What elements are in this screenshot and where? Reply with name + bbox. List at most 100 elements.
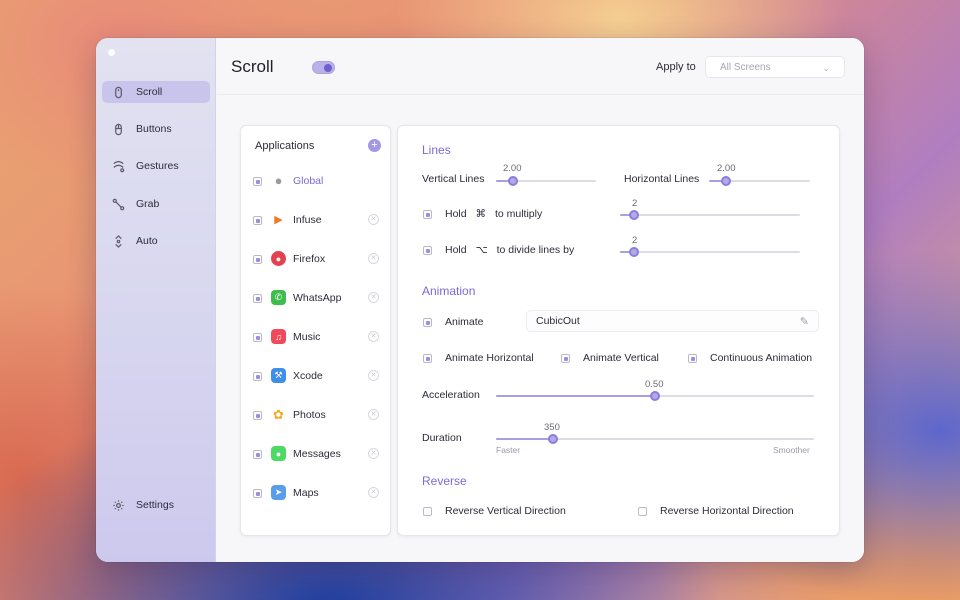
app-enabled-checkbox[interactable]	[253, 294, 262, 303]
app-enabled-checkbox[interactable]	[253, 372, 262, 381]
reverse-vertical-checkbox[interactable]	[423, 507, 432, 516]
sidebar-item-grab[interactable]: Grab	[102, 193, 210, 215]
lines-section-title: Lines	[422, 143, 451, 157]
add-application-button[interactable]: +	[368, 139, 381, 152]
app-row-music[interactable]: ♫ Music ✕	[241, 325, 392, 349]
main-content: Scroll Apply to All Screens ⌄ Applicatio…	[217, 38, 864, 562]
duration-label: Duration	[422, 432, 462, 444]
acceleration-slider[interactable]	[496, 391, 814, 401]
hold-multiply-label: Hold ⌘ to multiply	[445, 208, 542, 220]
auto-scroll-icon	[110, 234, 126, 248]
hold-divide-slider[interactable]	[620, 247, 800, 257]
sidebar-item-label: Gestures	[136, 160, 179, 172]
app-enabled-checkbox[interactable]	[253, 177, 262, 186]
vertical-lines-slider[interactable]	[496, 176, 596, 186]
reverse-horizontal-checkbox[interactable]	[638, 507, 647, 516]
app-enabled-checkbox[interactable]	[253, 489, 262, 498]
app-name: Maps	[293, 487, 319, 499]
sidebar-item-buttons[interactable]: Buttons	[102, 118, 210, 140]
app-row-messages[interactable]: ● Messages ✕	[241, 442, 392, 466]
horizontal-lines-value: 2.00	[717, 163, 736, 174]
remove-application-button[interactable]: ✕	[368, 370, 379, 381]
app-enabled-checkbox[interactable]	[253, 411, 262, 420]
app-name: Xcode	[293, 370, 323, 382]
slider-thumb[interactable]	[721, 176, 732, 186]
hold-divide-checkbox[interactable]	[423, 246, 432, 255]
app-row-whatsapp[interactable]: ✆ WhatsApp ✕	[241, 286, 392, 310]
app-name: Photos	[293, 409, 326, 421]
app-row-maps[interactable]: ➤ Maps ✕	[241, 481, 392, 505]
acceleration-value: 0.50	[645, 379, 664, 390]
animate-checkbox[interactable]	[423, 318, 432, 327]
remove-application-button[interactable]: ✕	[368, 253, 379, 264]
slider-thumb[interactable]	[508, 176, 518, 186]
sidebar-item-label: Scroll	[136, 86, 163, 98]
slider-thumb[interactable]	[629, 210, 640, 220]
toggle-knob	[324, 64, 332, 72]
duration-min-label: Faster	[496, 445, 521, 455]
app-enabled-checkbox[interactable]	[253, 216, 262, 225]
whatsapp-icon: ✆	[271, 290, 286, 305]
xcode-icon: ⚒	[271, 368, 286, 383]
applications-title: Applications	[255, 140, 315, 152]
acceleration-label: Acceleration	[422, 389, 480, 401]
animation-section-title: Animation	[422, 284, 476, 298]
app-name: Messages	[293, 448, 341, 460]
gear-icon	[110, 498, 126, 512]
sidebar-item-auto[interactable]: Auto	[102, 230, 210, 252]
sidebar-item-scroll[interactable]: Scroll	[102, 81, 210, 103]
reverse-horizontal-label: Reverse Horizontal Direction	[660, 505, 794, 517]
app-row-infuse[interactable]: ▶ Infuse ✕	[241, 208, 392, 232]
gesture-icon	[110, 159, 126, 173]
remove-application-button[interactable]: ✕	[368, 409, 379, 420]
sidebar-item-label: Auto	[136, 235, 158, 247]
remove-application-button[interactable]: ✕	[368, 214, 379, 225]
animate-horizontal-checkbox[interactable]	[423, 354, 432, 363]
sidebar-item-label: Settings	[136, 499, 174, 511]
window-close-dot[interactable]	[108, 49, 115, 56]
apply-to-select[interactable]: All Screens ⌄	[705, 56, 845, 78]
pencil-icon[interactable]: ✎	[800, 315, 809, 328]
remove-application-button[interactable]: ✕	[368, 292, 379, 303]
animate-label: Animate	[445, 316, 484, 328]
app-row-photos[interactable]: ✿ Photos ✕	[241, 403, 392, 427]
sidebar-item-gestures[interactable]: Gestures	[102, 155, 210, 177]
duration-slider[interactable]	[496, 434, 814, 444]
continuous-animation-checkbox[interactable]	[688, 354, 697, 363]
app-row-xcode[interactable]: ⚒ Xcode ✕	[241, 364, 392, 388]
sidebar-item-settings[interactable]: Settings	[102, 494, 210, 516]
option-key-icon: ⌥	[475, 244, 488, 256]
app-enabled-checkbox[interactable]	[253, 333, 262, 342]
remove-application-button[interactable]: ✕	[368, 487, 379, 498]
hold-multiply-checkbox[interactable]	[423, 210, 432, 219]
scroll-settings-panel: Lines Vertical Lines 2.00 Horizontal Lin…	[397, 125, 840, 536]
app-row-global[interactable]: ● Global	[241, 169, 392, 193]
slider-thumb[interactable]	[629, 247, 640, 257]
continuous-animation-label: Continuous Animation	[710, 352, 813, 364]
sidebar-item-label: Buttons	[136, 123, 172, 135]
slider-thumb[interactable]	[650, 391, 660, 401]
vertical-lines-value: 2.00	[503, 163, 522, 174]
remove-application-button[interactable]: ✕	[368, 448, 379, 459]
grab-icon	[110, 197, 126, 211]
infuse-icon: ▶	[274, 214, 283, 226]
app-enabled-checkbox[interactable]	[253, 450, 262, 459]
scroll-enabled-toggle[interactable]	[312, 61, 335, 74]
app-name: Music	[293, 331, 321, 343]
remove-application-button[interactable]: ✕	[368, 331, 379, 342]
maps-icon: ➤	[271, 485, 286, 500]
hold-text: Hold	[445, 244, 467, 256]
hold-multiply-slider[interactable]	[620, 210, 800, 220]
horizontal-lines-slider[interactable]	[709, 176, 810, 186]
animate-vertical-checkbox[interactable]	[561, 354, 570, 363]
animate-horizontal-label: Animate Horizontal	[445, 352, 534, 364]
app-name: Infuse	[293, 214, 322, 226]
slider-thumb[interactable]	[548, 434, 559, 444]
firefox-icon: ●	[271, 251, 286, 266]
app-enabled-checkbox[interactable]	[253, 255, 262, 264]
app-row-firefox[interactable]: ● Firefox ✕	[241, 247, 392, 271]
hold-text: Hold	[445, 208, 467, 220]
animation-curve-field[interactable]: CubicOut ✎	[526, 310, 819, 332]
mouse-button-icon	[110, 122, 126, 136]
slider-fill	[496, 395, 655, 397]
